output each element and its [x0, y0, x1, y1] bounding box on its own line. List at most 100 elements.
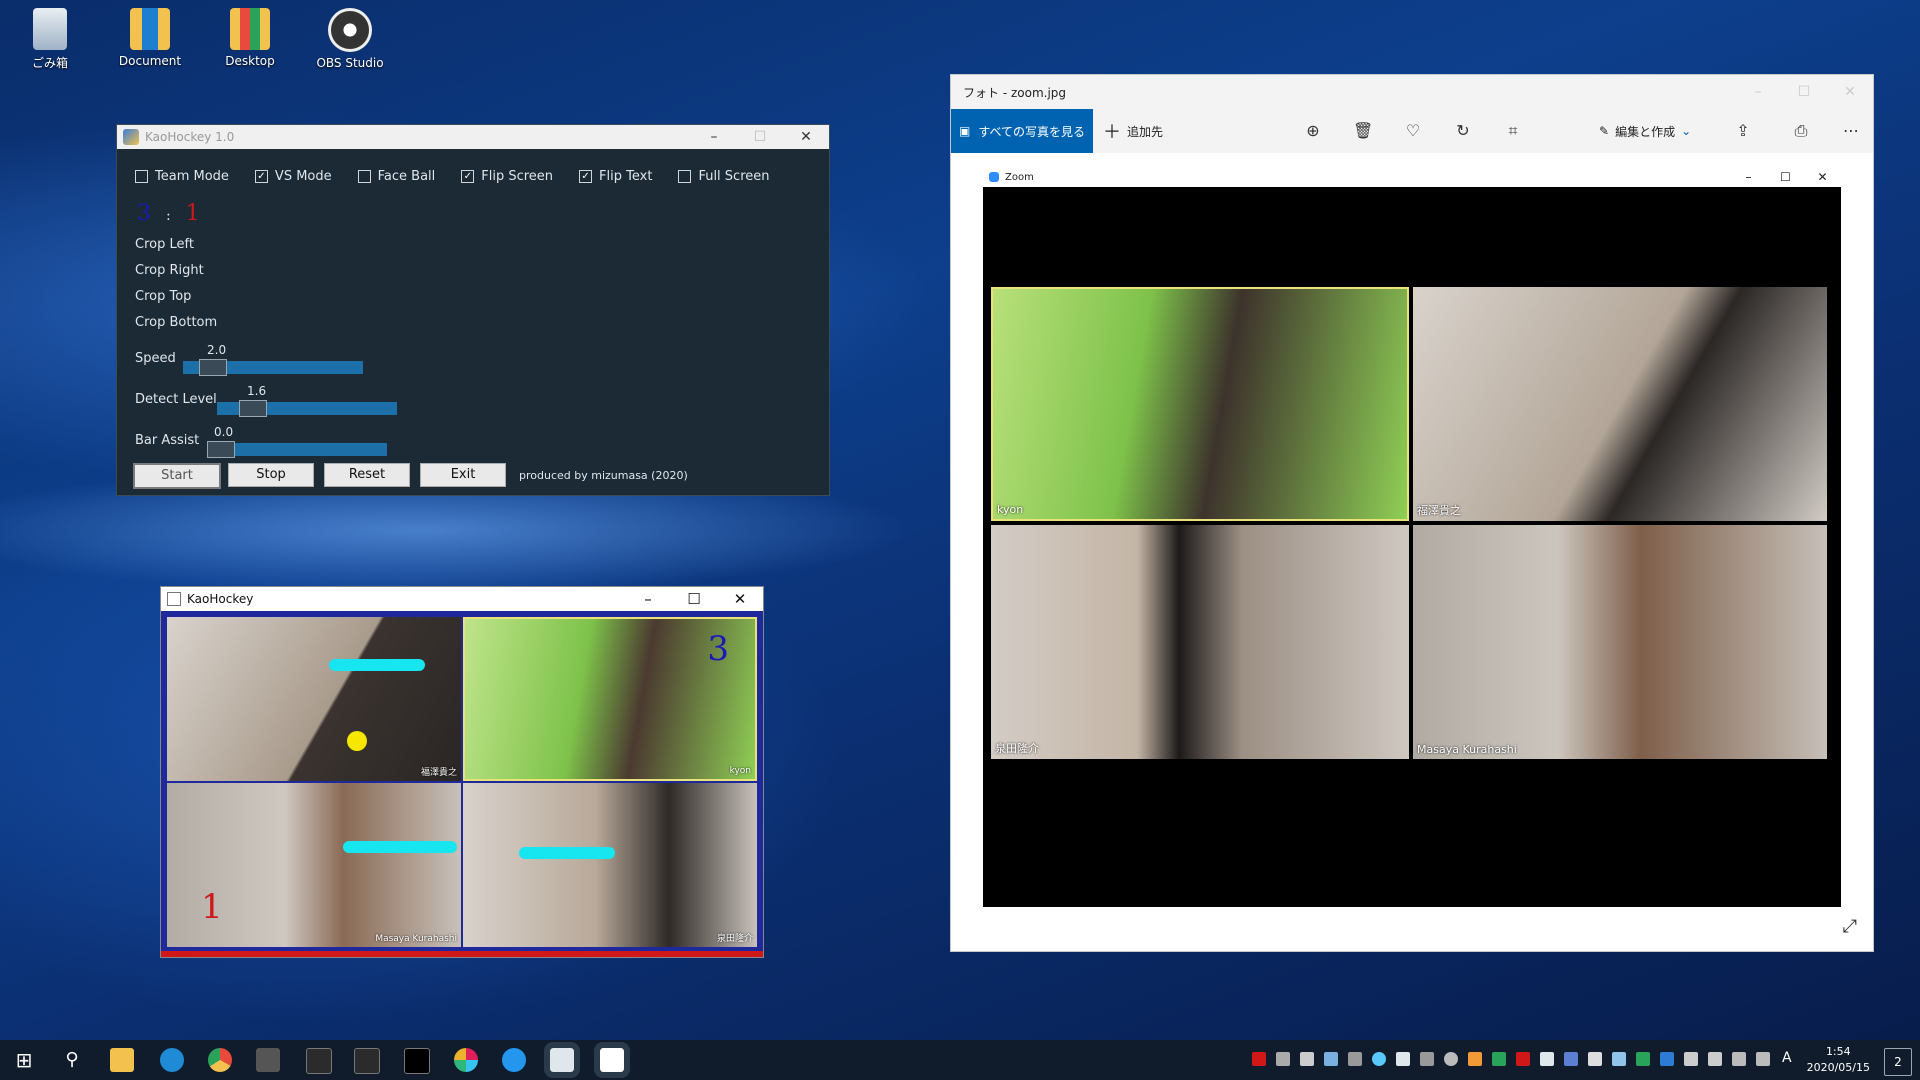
face-ball-checkbox[interactable]: Face Ball — [357, 169, 435, 184]
see-all-photos-button[interactable]: ▣ すべての写真を見る — [951, 109, 1093, 153]
windows-start-icon[interactable]: ⊞ — [12, 1048, 36, 1072]
bluetooth-icon[interactable] — [1660, 1052, 1674, 1066]
tray-icon[interactable] — [1612, 1052, 1626, 1066]
tray-icon[interactable] — [1540, 1052, 1554, 1066]
app-icon[interactable] — [256, 1048, 280, 1072]
desktop-icon-obs[interactable]: OBS Studio — [310, 0, 390, 70]
window-app-icon[interactable] — [306, 1048, 332, 1074]
minimize-button[interactable]: – — [1735, 75, 1781, 109]
checkbox-box[interactable]: ✓ — [254, 170, 268, 183]
tray-icon[interactable] — [1588, 1052, 1602, 1066]
start-button[interactable]: Start — [133, 463, 221, 489]
flip-screen-checkbox[interactable]: ✓ Flip Screen — [461, 169, 553, 184]
score-display: 3 : 1 — [137, 201, 200, 226]
notification-center-icon[interactable]: 2 — [1884, 1048, 1912, 1076]
tray-icon[interactable] — [1396, 1052, 1410, 1066]
game-area[interactable]: 福澤貴之 3 kyon 1 Masaya Kurahashi 泉田隆介 — [161, 611, 763, 957]
vs-mode-checkbox[interactable]: ✓ VS Mode — [254, 169, 332, 184]
add-to-button[interactable]: ＋ 追加先 — [1103, 109, 1163, 153]
desktop-icon-recycle-bin[interactable]: ごみ箱 — [10, 0, 90, 71]
maximize-button[interactable]: ☐ — [671, 587, 717, 611]
photos-titlebar[interactable]: フォト - zoom.jpg – ☐ ✕ — [951, 75, 1873, 109]
bar-assist-slider[interactable] — [207, 441, 387, 458]
tray-icon[interactable] — [1372, 1052, 1386, 1066]
checkbox-box[interactable]: ✓ — [579, 170, 593, 183]
maximize-button[interactable]: ☐ — [737, 125, 783, 149]
bar-assist-value: 0.0 — [214, 425, 234, 439]
tray-icon[interactable] — [1252, 1052, 1266, 1066]
zoom-video-tile: 福澤貴之 — [1413, 287, 1827, 521]
ime-indicator[interactable]: A — [1782, 1050, 1792, 1066]
slider-thumb[interactable] — [207, 441, 235, 458]
minimize-button[interactable]: – — [691, 125, 737, 149]
tray-icon[interactable] — [1636, 1052, 1650, 1066]
tray-icon[interactable] — [1420, 1052, 1434, 1066]
control-titlebar[interactable]: KaoHockey 1.0 – ☐ ✕ — [117, 125, 829, 149]
participant-name: 福澤貴之 — [420, 768, 457, 778]
reset-button[interactable]: Reset — [324, 463, 410, 487]
delete-icon[interactable]: 🗑 — [1353, 121, 1373, 141]
minimize-button[interactable]: – — [625, 587, 671, 611]
edge-icon[interactable] — [160, 1048, 184, 1072]
participant-name: Masaya Kurahashi — [1417, 743, 1517, 756]
close-button[interactable]: ✕ — [783, 125, 829, 149]
tray-icon[interactable] — [1564, 1052, 1578, 1066]
share-icon[interactable]: ⇪ — [1733, 121, 1753, 141]
slack-icon[interactable] — [454, 1048, 478, 1072]
file-explorer-icon[interactable] — [110, 1048, 134, 1072]
docker-icon[interactable] — [502, 1048, 526, 1072]
search-icon[interactable]: ⚲ — [60, 1048, 84, 1072]
tray-icon[interactable] — [1444, 1052, 1458, 1066]
wifi-icon[interactable] — [1732, 1052, 1746, 1066]
stop-button[interactable]: Stop — [228, 463, 314, 487]
checkbox-box[interactable] — [357, 170, 371, 183]
volume-icon[interactable] — [1756, 1052, 1770, 1066]
tray-icon[interactable] — [1276, 1052, 1290, 1066]
game-titlebar[interactable]: KaoHockey – ☐ ✕ — [161, 587, 763, 611]
battery-icon[interactable] — [1708, 1052, 1722, 1066]
zoom-video-tile: 泉田隆介 — [991, 525, 1409, 759]
participant-name: kyon — [729, 766, 751, 776]
crop-icon[interactable]: ⌗ — [1503, 121, 1523, 141]
maximize-button[interactable]: ☐ — [1781, 75, 1827, 109]
edit-create-button[interactable]: ✎ 編集と作成 ⌄ — [1599, 109, 1691, 153]
full-screen-checkbox[interactable]: Full Screen — [678, 169, 770, 184]
exit-button[interactable]: Exit — [420, 463, 506, 487]
slider-thumb[interactable] — [239, 400, 267, 417]
desktop-icon-document[interactable]: Document — [110, 0, 190, 68]
print-icon[interactable]: ⎙ — [1791, 121, 1811, 141]
clock[interactable]: 1:54 2020/05/15 — [1807, 1044, 1870, 1076]
tray-icon[interactable] — [1468, 1052, 1482, 1066]
team-mode-checkbox[interactable]: Team Mode — [135, 169, 229, 184]
mcafee-icon[interactable] — [1516, 1052, 1530, 1066]
kaohockey-taskbar-icon[interactable] — [544, 1042, 580, 1078]
tray-icon[interactable] — [1492, 1052, 1506, 1066]
window-icon — [167, 592, 181, 606]
speed-slider[interactable] — [183, 359, 363, 376]
tray-icon[interactable] — [1324, 1052, 1338, 1066]
photos-taskbar-icon[interactable] — [594, 1042, 630, 1078]
clock-date: 2020/05/15 — [1806, 1061, 1870, 1074]
tray-icon[interactable] — [1684, 1052, 1698, 1066]
flip-text-checkbox[interactable]: ✓ Flip Text — [579, 169, 652, 184]
checkbox-box[interactable] — [678, 170, 692, 183]
zoom-in-icon[interactable]: ⊕ — [1303, 121, 1323, 141]
chrome-icon[interactable] — [208, 1048, 232, 1072]
slider-thumb[interactable] — [199, 359, 227, 376]
tray-icon[interactable] — [1300, 1052, 1314, 1066]
favorite-icon[interactable]: ♡ — [1403, 121, 1423, 141]
close-button[interactable]: ✕ — [1827, 75, 1873, 109]
rotate-icon[interactable]: ↻ — [1453, 121, 1473, 141]
checkbox-box[interactable] — [135, 170, 148, 183]
close-button[interactable]: ✕ — [717, 587, 763, 611]
terminal-icon[interactable] — [404, 1048, 430, 1074]
obs-icon — [328, 8, 372, 52]
full-screen-expand-icon[interactable]: ⤢ — [1843, 916, 1857, 937]
desktop-icon-desktop[interactable]: Desktop — [210, 0, 290, 68]
window-app-icon[interactable] — [354, 1048, 380, 1074]
tray-icon[interactable] — [1348, 1052, 1362, 1066]
checkbox-box[interactable]: ✓ — [461, 170, 475, 183]
player-bar — [519, 847, 615, 859]
more-icon[interactable]: ⋯ — [1841, 121, 1861, 141]
detect-level-slider[interactable] — [217, 400, 397, 417]
